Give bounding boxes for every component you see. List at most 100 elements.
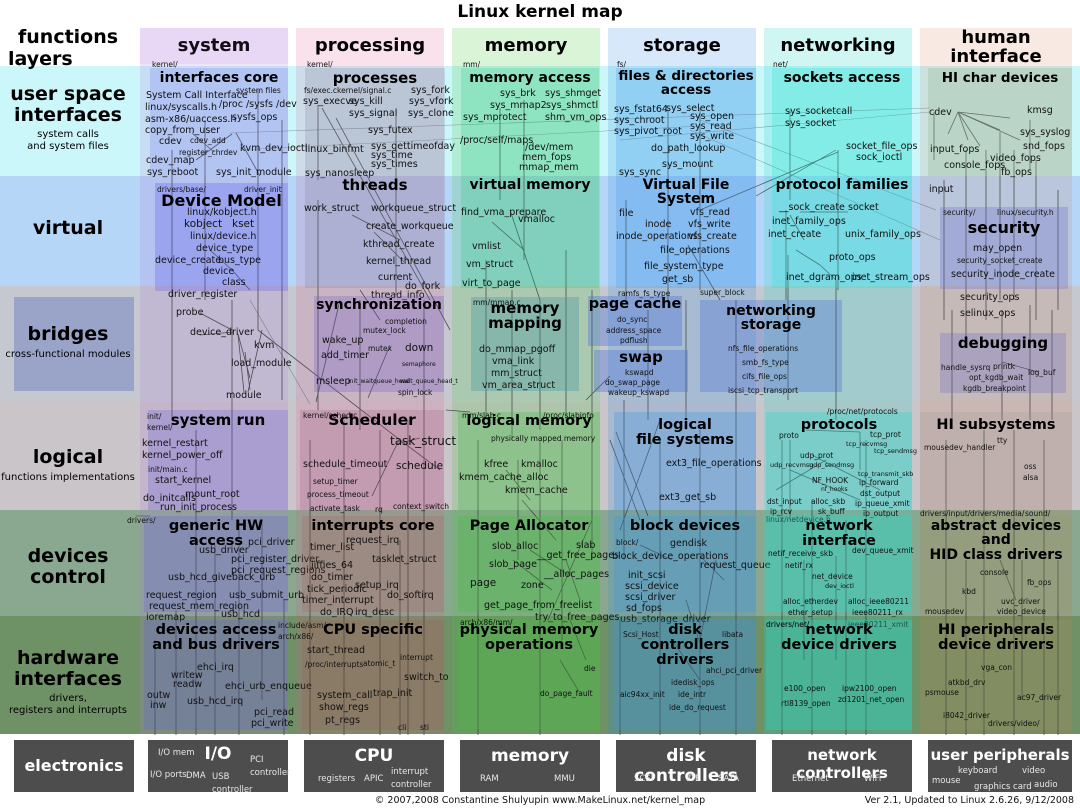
electronics-cpu-interrupt-controller: interrupt controller — [391, 767, 432, 790]
column-header-tint-system — [140, 28, 288, 64]
fn-request-queue: request_queue — [700, 560, 771, 571]
electronics-up-audio: audio — [1034, 780, 1058, 790]
box-physical-memory-operations-title: physical memory operations — [459, 622, 599, 653]
fn-setup-timer: setup_timer — [313, 477, 358, 486]
fn-i8042-driver: i8042_driver — [943, 711, 990, 720]
electronics-memory: memory RAM MMU — [460, 740, 600, 792]
fn-do-irq: do_IRQ — [320, 607, 354, 618]
fn-mutex-lock: mutex_lock — [363, 326, 406, 335]
fn-do-swap-page: do_swap_page — [605, 378, 660, 387]
fn-vmlist: vmlist — [472, 241, 501, 252]
fn-sys-fork: sys_fork — [411, 85, 450, 96]
fn-vga-con: vga_con — [981, 663, 1013, 672]
fn-ieee80211-rx: ieee80211_rx — [852, 608, 903, 617]
fn-fs-exec-c: fs/exec.c — [304, 86, 338, 95]
fn-linux-kobject-h: linux/kobject.h — [187, 207, 257, 218]
fn-load-module: load_module — [231, 358, 292, 369]
electronics-cpu-title: CPU — [354, 746, 394, 766]
fn-slob-page: slob_page — [489, 559, 537, 570]
fn-smb-fs-type: smb_fs_type — [742, 358, 789, 367]
fn-sysfs-ops: sysfs_ops — [232, 112, 278, 123]
electronics-label: electronics — [24, 756, 124, 775]
layer-label-user-space-title: user space interfaces — [10, 83, 126, 126]
fn-unix-family-ops: unix_family_ops — [845, 229, 921, 240]
electronics-up-keyboard: keyboard — [958, 766, 998, 776]
fn-system-files: system files — [236, 86, 281, 95]
box-memory-access-title: memory access — [469, 70, 591, 86]
box-virtual-file-system-title: Virtual File System — [642, 177, 730, 208]
fn-ip-forward: ip_forward — [859, 478, 899, 487]
fn-atkbd-drv: atkbd_drv — [948, 678, 986, 687]
electronics-network-controllers: network controllers Ethernet WiFi — [772, 740, 912, 792]
fn-ext3-get-sb: ext3_get_sb — [659, 492, 717, 503]
fn-timer-list: timer_list — [310, 542, 355, 553]
electronics-up-graphics-card: graphics card — [974, 782, 1032, 792]
fn-bus-type: bus_type — [218, 255, 261, 266]
fn-get-free-pages: __get_free_pages — [537, 550, 620, 561]
box-threads: threads — [305, 176, 445, 288]
fn-kswapd: kswapd — [625, 368, 654, 377]
fn-input-fops: input_fops — [930, 144, 980, 155]
fn-kernel-path: kernel/ — [152, 60, 178, 69]
fn-usb-hcd-giveback-urb: usb_hcd_giveback_urb — [168, 572, 276, 583]
fn-kmem-cache-alloc: kmem_cache_alloc — [459, 472, 549, 483]
fn-sys-futex: sys_futex — [368, 125, 413, 136]
electronics-up-video: video — [1022, 766, 1046, 776]
fn-input: input — [929, 184, 954, 195]
column-header-memory: memory — [452, 28, 600, 64]
fn-ehci-urb-enqueue: ehci_urb_enqueue — [225, 681, 312, 692]
fn-security-ops: security_ops — [960, 292, 1020, 303]
fn-kernel-power-off: kernel_power_off — [142, 450, 223, 461]
fn-mutex: mutex — [368, 344, 392, 353]
fn-page: page — [470, 577, 497, 589]
fn-video-fops: video_fops — [990, 153, 1041, 164]
fn-process-timeout: process_timeout — [307, 490, 369, 499]
electronics-label-box: electronics — [14, 740, 134, 792]
fn-idedisk-ops: idedisk_ops — [671, 678, 715, 687]
fn-inode: inode — [645, 219, 672, 230]
functions-header: functions — [18, 26, 119, 48]
fn-kbd: kbd — [962, 587, 976, 596]
page-title: Linux kernel map — [457, 2, 623, 22]
fn-kthread-create: kthread_create — [363, 239, 435, 250]
fn-inode-operations: inode_operations — [616, 231, 698, 242]
fn-netif-rx: netif_rx — [785, 561, 814, 570]
fn-dst-input: dst_input — [767, 497, 802, 506]
fn-do-softirq: do_softirq — [387, 590, 434, 601]
box-devices-access-title: devices access and bus drivers — [152, 622, 280, 653]
fn-mousedev: mousedev — [925, 607, 964, 616]
fn-driver-init: driver_init — [244, 185, 282, 194]
fn-ide-intr: ide_intr — [678, 690, 707, 699]
fn-psmouse: psmouse — [925, 688, 959, 697]
electronics-disk-sata: SATA — [718, 774, 740, 784]
fn-sys-shmctl: sys_shmctl — [546, 100, 599, 111]
fn-printk: printk — [993, 362, 1015, 371]
fn-fb-ops-2: fb_ops — [1027, 578, 1052, 587]
fn-vm-struct: vm_struct — [466, 259, 514, 270]
fn-interrupt: interrupt — [400, 653, 433, 662]
fn-alloc-etherdev: alloc_etherdev — [783, 597, 838, 606]
fn-task-struct: task_struct — [390, 434, 457, 448]
column-header-human-interface-label: human interface — [950, 27, 1042, 67]
fn-sys-clone: sys_clone — [408, 108, 454, 119]
fn-readw: readw — [173, 679, 203, 690]
fn-pci-write: pci_write — [251, 718, 294, 729]
box-hi-peripherals-device-drivers-title: HI peripherals device drivers — [938, 622, 1054, 653]
fn-pci-read: pci_read — [254, 707, 295, 718]
fn-log-buf: log_buf — [1028, 368, 1056, 377]
fn-address-space: address_space — [606, 326, 662, 335]
fn-add-timer: add_timer — [321, 350, 370, 361]
electronics-io-dma: DMA — [186, 771, 206, 781]
fn-mm-path: mm/ — [463, 60, 481, 69]
fn-vm-area-struct: vm_area_struct — [482, 380, 556, 391]
fn-kernel-thread: kernel_thread — [366, 256, 432, 267]
fn-linux-binfmt: linux_binfmt — [305, 144, 364, 155]
fn-tcp-prot: tcp_prot — [870, 430, 901, 439]
fn-kmalloc: kmalloc — [521, 459, 558, 470]
fn-semaphore: semaphore — [402, 361, 436, 368]
column-header-memory-label: memory — [484, 34, 568, 56]
fn-video-device: video_device — [997, 607, 1046, 616]
fn-tcp-sendmsg: tcp_sendmsg — [874, 447, 917, 455]
fn-sys-mprotect: sys_mprotect — [463, 112, 527, 123]
fn-pt-regs: pt_regs — [325, 715, 361, 726]
